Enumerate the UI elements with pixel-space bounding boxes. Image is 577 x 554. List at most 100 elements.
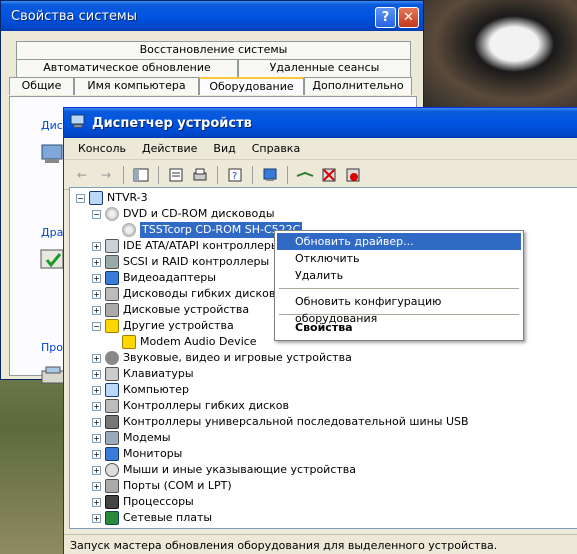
tree-item-other-device[interactable]: Modem Audio Device [122, 334, 257, 350]
expand-icon[interactable]: + [92, 481, 101, 491]
toolbar-separator [217, 165, 218, 184]
toolbar-separator [252, 165, 253, 184]
cdrom-icon [105, 207, 119, 221]
sound-icon [105, 351, 119, 365]
disable-icon[interactable] [343, 165, 363, 185]
menu-help[interactable]: Справка [244, 142, 308, 155]
help-icon[interactable]: ? [225, 165, 245, 185]
computer-icon [89, 191, 103, 205]
tab-general[interactable]: Общие [9, 77, 74, 95]
svg-text:?: ? [232, 171, 237, 182]
expand-icon[interactable]: + [92, 465, 101, 475]
tree-item-category[interactable]: + Процессоры [92, 494, 194, 510]
tree-root[interactable]: − NTVR-3 [76, 190, 148, 206]
scsi-controller-icon [105, 255, 119, 269]
menu-view[interactable]: Вид [205, 142, 243, 155]
system-properties-titlebar[interactable]: Свойства системы ? ✕ [1, 1, 423, 31]
properties-icon[interactable] [166, 165, 186, 185]
uninstall-icon[interactable] [319, 165, 339, 185]
tree-item-category[interactable]: + Дисковые устройства [92, 302, 249, 318]
menu-item-disable[interactable]: Отключить [277, 250, 521, 267]
collapse-icon[interactable]: − [92, 209, 101, 219]
expand-icon[interactable]: + [92, 353, 101, 363]
toolbar-separator [287, 165, 288, 184]
computer-icon [105, 383, 119, 397]
modem-icon [105, 431, 119, 445]
tree-item-category[interactable]: + Компьютер [92, 382, 189, 398]
network-card-icon [105, 511, 119, 525]
menu-item-scan-hardware[interactable]: Обновить конфигурацию оборудования [277, 293, 521, 325]
tree-item-dvd[interactable]: − DVD и CD-ROM дисководы [92, 206, 275, 222]
tree-item-category[interactable]: + IDE ATA/ATAPI контроллеры [92, 238, 280, 254]
show-hide-tree-icon[interactable] [131, 165, 151, 185]
menu-bar: Консоль Действие Вид Справка [64, 138, 577, 160]
expand-icon[interactable]: + [92, 273, 101, 283]
expand-icon[interactable]: + [92, 241, 101, 251]
unknown-device-icon [105, 319, 119, 333]
scan-hardware-icon[interactable] [260, 165, 280, 185]
expand-icon[interactable]: + [92, 289, 101, 299]
tree-item-category[interactable]: + Порты (COM и LPT) [92, 478, 232, 494]
tree-item-category[interactable]: + Мыши и иные указывающие устройства [92, 462, 356, 478]
mouse-icon [105, 463, 119, 477]
close-button[interactable]: ✕ [398, 7, 419, 28]
monitor-icon [105, 447, 119, 461]
toolbar-separator [123, 165, 124, 184]
tree-item-category[interactable]: + Мониторы [92, 446, 182, 462]
tree-item-other[interactable]: − Другие устройства [92, 318, 234, 334]
menu-item-uninstall[interactable]: Удалить [277, 267, 521, 284]
menu-item-update-driver[interactable]: Обновить драйвер... [277, 233, 521, 250]
menu-action[interactable]: Действие [134, 142, 205, 155]
expand-icon[interactable]: + [92, 305, 101, 315]
tab-advanced[interactable]: Дополнительно [304, 77, 412, 95]
tree-item-category[interactable]: + Клавиатуры [92, 366, 194, 382]
expand-icon[interactable]: + [92, 385, 101, 395]
expand-icon[interactable]: + [92, 417, 101, 427]
print-icon[interactable] [190, 165, 210, 185]
menu-console[interactable]: Консоль [70, 142, 134, 155]
back-arrow-icon[interactable]: ← [72, 165, 92, 185]
tree-item-category[interactable]: + Видеоадаптеры [92, 270, 216, 286]
menu-item-properties[interactable]: Свойства [277, 319, 521, 336]
tree-item-category[interactable]: + Звуковые, видео и игровые устройства [92, 350, 352, 366]
port-icon [105, 479, 119, 493]
update-driver-icon[interactable] [295, 165, 315, 185]
menu-separator [279, 288, 519, 289]
help-button[interactable]: ? [375, 7, 396, 28]
tab-computer-name[interactable]: Имя компьютера [74, 77, 199, 95]
tree-item-category[interactable]: + Контроллеры универсальной последователь… [92, 414, 469, 430]
computer-icon [70, 113, 86, 133]
tree-item-category[interactable]: + Дисководы гибких дисков [92, 286, 275, 302]
expand-icon[interactable]: + [92, 369, 101, 379]
keyboard-icon [105, 367, 119, 381]
status-bar: Запуск мастера обновления оборудования д… [64, 534, 577, 554]
tree-item-category[interactable]: + Модемы [92, 430, 171, 446]
tree-item-category[interactable]: + Контроллеры гибких дисков [92, 398, 289, 414]
floppy-drive-icon [105, 287, 119, 301]
floppy-controller-icon [105, 399, 119, 413]
tab-remote-sessions[interactable]: Удаленные сеансы [238, 59, 411, 77]
tree-item-category[interactable]: + Сетевые платы [92, 510, 212, 526]
context-menu: Обновить драйвер... Отключить Удалить Об… [274, 230, 524, 341]
ide-controller-icon [105, 239, 119, 253]
toolbar: ← → ? [64, 160, 577, 190]
background-photo [420, 0, 577, 110]
unknown-device-icon [122, 335, 136, 349]
collapse-icon[interactable]: − [76, 193, 85, 203]
cdrom-icon [122, 223, 136, 237]
tab-hardware[interactable]: Оборудование [199, 77, 304, 95]
disk-drive-icon [105, 303, 119, 317]
expand-icon[interactable]: + [92, 401, 101, 411]
tab-system-restore[interactable]: Восстановление системы [16, 41, 411, 59]
expand-icon[interactable]: + [92, 449, 101, 459]
device-manager-titlebar[interactable]: Диспетчер устройств [64, 108, 577, 138]
expand-icon[interactable]: + [92, 433, 101, 443]
expand-icon[interactable]: + [92, 257, 101, 267]
tree-item-category[interactable]: + SCSI и RAID контроллеры [92, 254, 269, 270]
collapse-icon[interactable]: − [92, 321, 101, 331]
forward-arrow-icon[interactable]: → [96, 165, 116, 185]
expand-icon[interactable]: + [92, 513, 101, 523]
expand-icon[interactable]: + [92, 497, 101, 507]
device-manager-title: Диспетчер устройств [92, 115, 252, 131]
tab-auto-update[interactable]: Автоматическое обновление [16, 59, 238, 77]
